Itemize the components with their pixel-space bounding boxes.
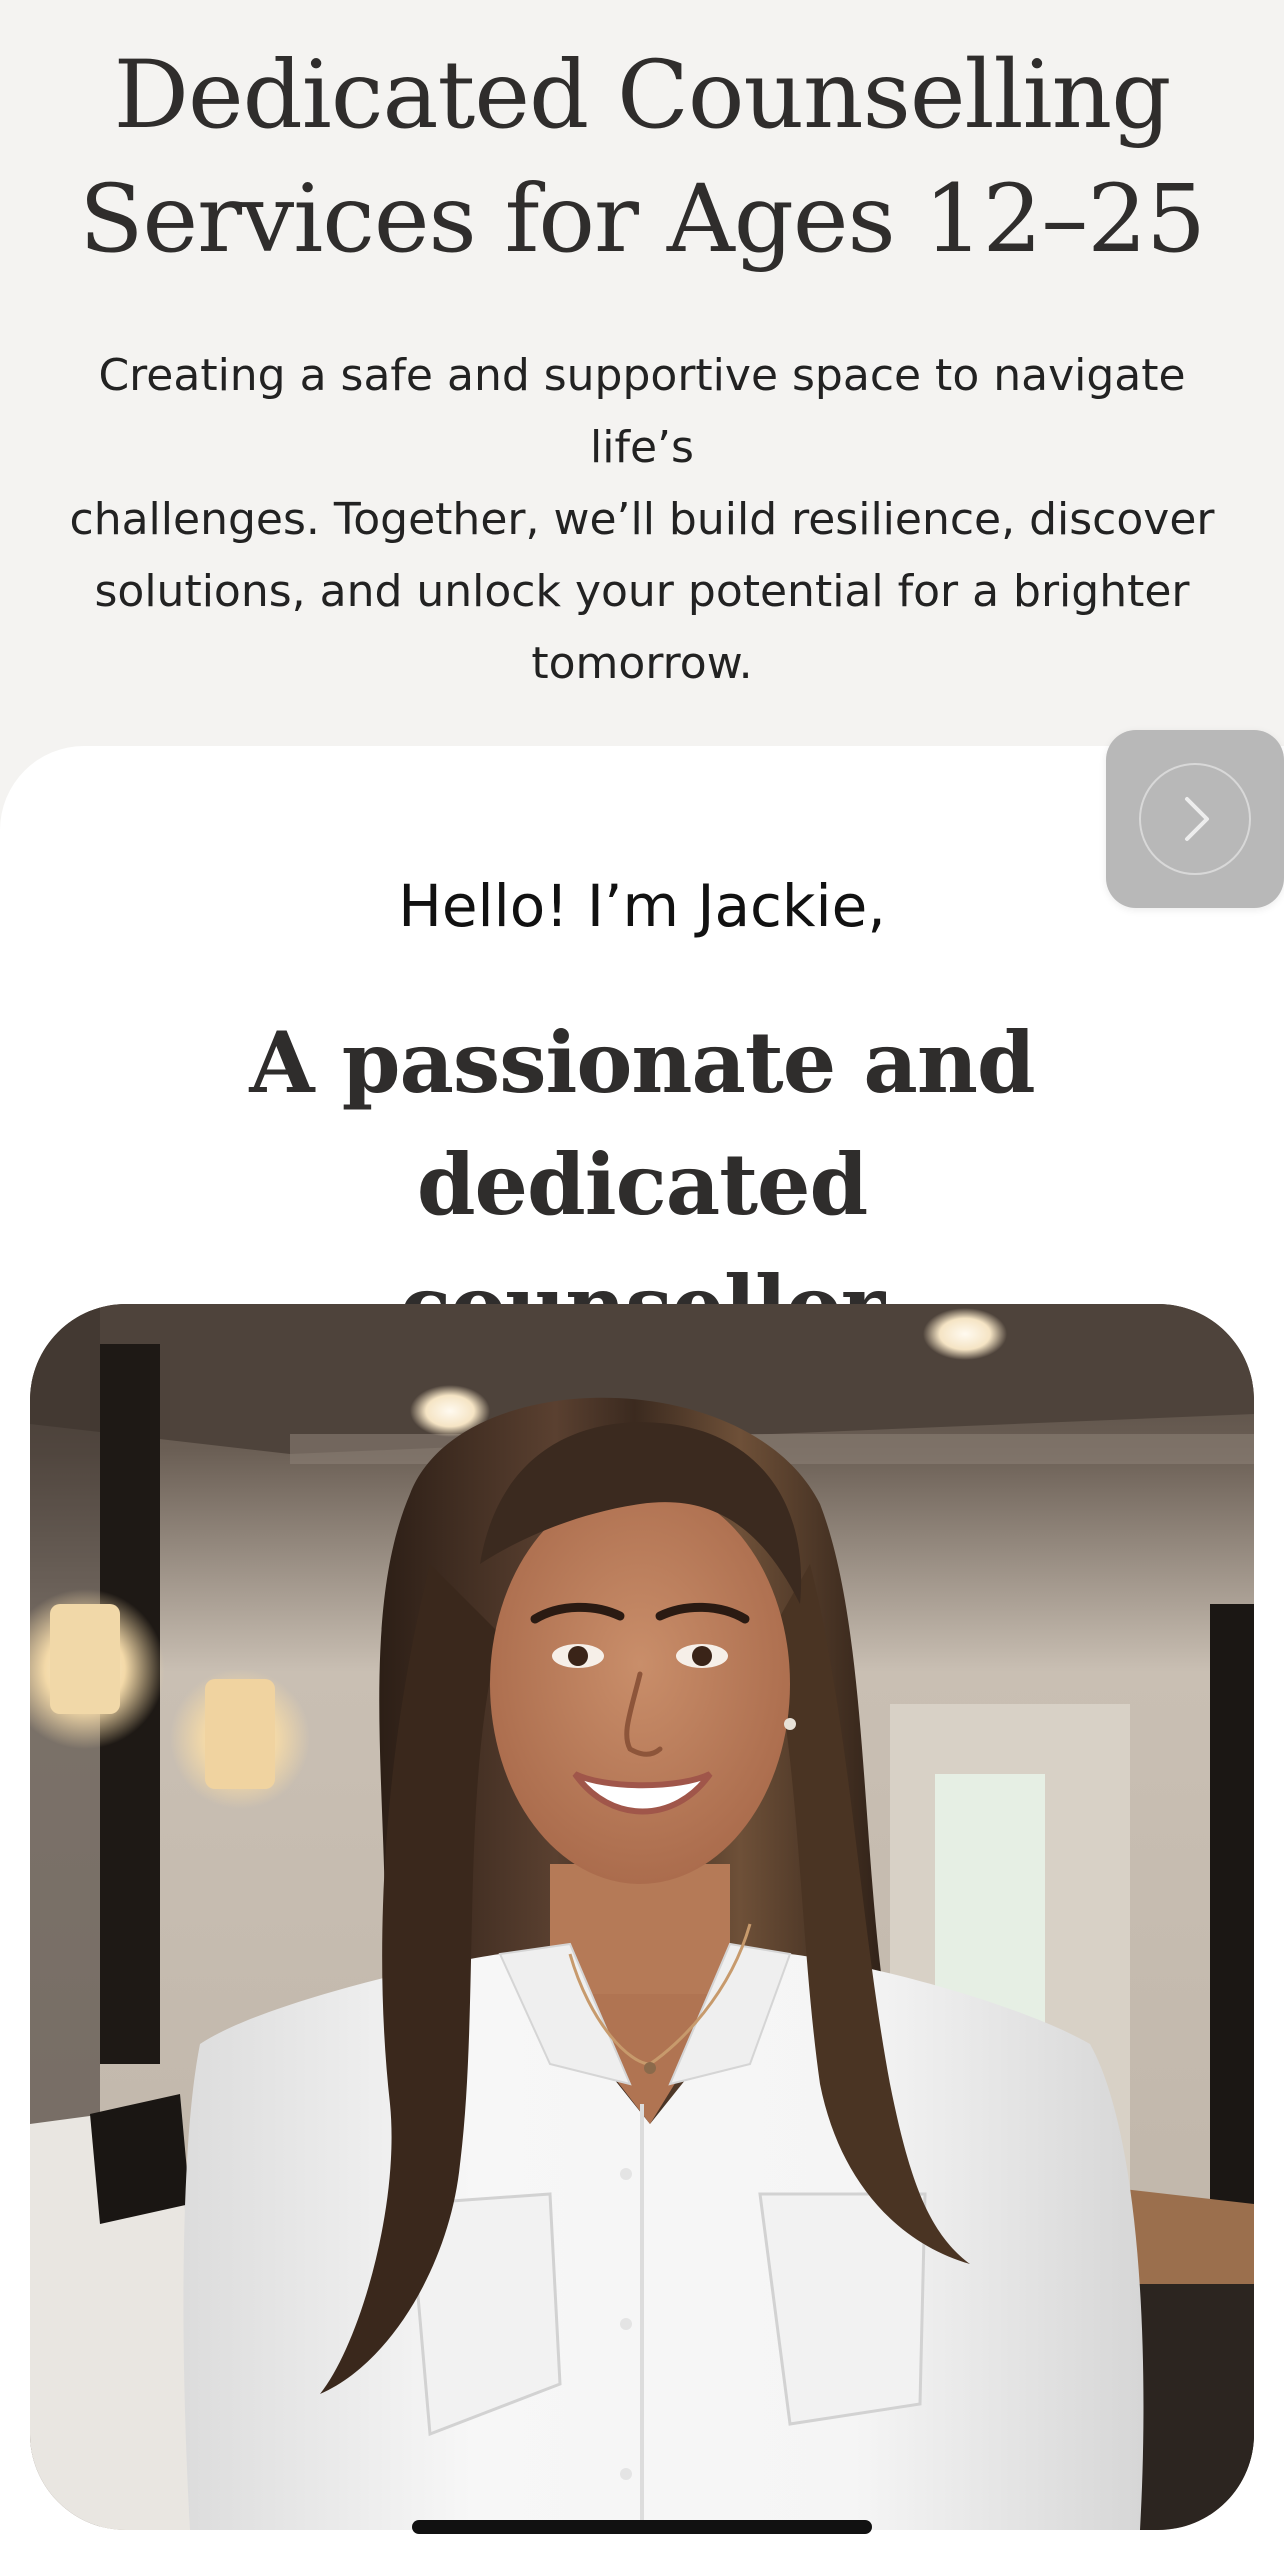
next-button-ring xyxy=(1139,763,1251,875)
hero-subtitle-line: Creating a safe and supportive space to … xyxy=(98,350,1186,473)
hero-title-line: Services for Ages 12–25 xyxy=(79,165,1206,274)
greeting-text: Hello! I’m Jackie, xyxy=(398,872,886,940)
home-indicator[interactable] xyxy=(412,2520,872,2534)
hero-title-line: Dedicated Counselling xyxy=(113,41,1172,150)
next-slide-button[interactable] xyxy=(1106,730,1284,908)
hero-section: Dedicated Counselling Services for Ages … xyxy=(0,0,1284,760)
hero-subtitle: Creating a safe and supportive space to … xyxy=(40,340,1244,700)
hero-subtitle-line: solutions, and unlock your potential for… xyxy=(94,566,1190,617)
hero-subtitle-line: challenges. Together, we’ll build resili… xyxy=(69,494,1215,545)
chevron-right-icon xyxy=(1185,797,1209,841)
portrait-illustration xyxy=(30,1304,1254,2530)
intro-tagline-line: A passionate and dedicated xyxy=(249,1013,1035,1234)
hero-title: Dedicated Counselling Services for Ages … xyxy=(40,34,1244,282)
hero-subtitle-line: tomorrow. xyxy=(531,638,753,689)
counsellor-portrait-photo xyxy=(30,1304,1254,2530)
